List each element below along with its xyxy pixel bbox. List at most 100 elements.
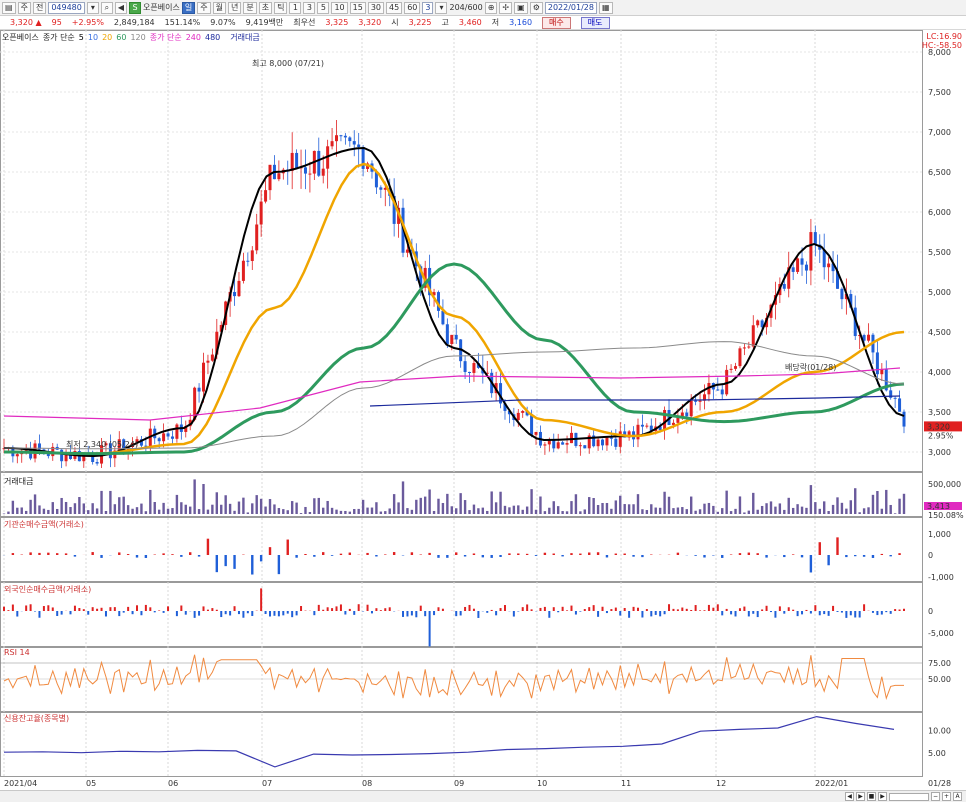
- chart-area[interactable]: 8,000 7,500 7,000 6,500 6,000 5,500 5,000 4,500…: [0, 30, 966, 790]
- interval-10[interactable]: 10: [331, 1, 348, 14]
- menu-icon[interactable]: ▤: [2, 1, 16, 14]
- inst-bar: [490, 555, 493, 558]
- interval-45[interactable]: 45: [386, 1, 403, 14]
- foreign-bar: [419, 605, 422, 611]
- spinner-icon[interactable]: ▾: [435, 1, 448, 14]
- foreign-bar: [765, 605, 768, 611]
- interval-1[interactable]: 1: [289, 1, 302, 14]
- candle-body: [875, 352, 879, 375]
- date-axis-label: 2021/04: [4, 779, 37, 788]
- candle-body: [840, 288, 844, 300]
- text-icon[interactable]: A: [953, 792, 962, 801]
- stock-name[interactable]: 오픈베이스: [143, 2, 180, 13]
- period-second[interactable]: 초: [258, 1, 273, 14]
- foreign-bar: [659, 611, 662, 617]
- interval-15[interactable]: 15: [349, 1, 366, 14]
- hc-value: HC:-58.50: [921, 41, 962, 50]
- inst-bar: [126, 554, 130, 555]
- candle-body: [441, 310, 445, 325]
- date-input[interactable]: 2022/01/28: [544, 1, 597, 14]
- volume-bar: [313, 498, 316, 514]
- chart-canvas[interactable]: 8,0007,5007,0006,5006,0005,5005,0004,500…: [0, 30, 966, 790]
- period-year[interactable]: 년: [227, 1, 242, 14]
- period-tick[interactable]: 틱: [274, 1, 288, 14]
- candle-body: [614, 438, 618, 447]
- open-price: 3,225: [408, 18, 432, 27]
- scroll-right-icon[interactable]: ▶: [856, 792, 865, 801]
- foreign-bar: [388, 607, 391, 611]
- bottom-scroll-bar[interactable]: ◀ ▶ ■ ▶ − + A: [0, 790, 966, 802]
- foreign-bar: [433, 611, 436, 616]
- crosshair-icon[interactable]: ✢: [499, 1, 513, 14]
- zoom-out-icon[interactable]: −: [931, 792, 940, 801]
- mode2-select[interactable]: 전: [32, 1, 47, 14]
- volume-bar: [494, 502, 498, 514]
- volume: 2,849,184: [113, 18, 155, 27]
- volume-bar: [228, 503, 232, 514]
- inst-bar: [845, 555, 848, 558]
- zoom-icon[interactable]: ⊕: [484, 1, 498, 14]
- volume-bar: [570, 501, 573, 514]
- volume-bar: [769, 501, 773, 514]
- zoom-in-icon[interactable]: +: [942, 792, 951, 801]
- period-week[interactable]: 주: [197, 1, 211, 14]
- volume-bar: [384, 511, 387, 514]
- rsi-axis-label: 75.00: [928, 659, 951, 668]
- interval-30[interactable]: 30: [367, 1, 385, 14]
- inst-bar: [552, 553, 555, 555]
- foreign-bar: [144, 604, 147, 611]
- inst-bar: [809, 555, 813, 573]
- inst-bar: [827, 555, 830, 566]
- rsi-panel-title: RSI 14: [4, 648, 30, 657]
- view-count-input[interactable]: 3: [422, 1, 434, 14]
- foreign-bar: [291, 611, 294, 618]
- interval-5[interactable]: 5: [317, 1, 330, 14]
- candle-body: [902, 411, 906, 427]
- play-icon[interactable]: ▶: [878, 792, 887, 801]
- period-day[interactable]: 일: [181, 1, 196, 14]
- dropdown-icon[interactable]: ▾: [86, 1, 99, 14]
- stock-icon[interactable]: S: [129, 1, 142, 14]
- settings-icon[interactable]: ⚙: [529, 1, 543, 14]
- foreign-bar: [25, 605, 28, 611]
- volume-bar: [627, 504, 631, 514]
- stop-icon[interactable]: ■: [867, 792, 876, 801]
- mode-select[interactable]: 주: [17, 1, 31, 14]
- inst-bar: [765, 555, 768, 558]
- period-month[interactable]: 월: [212, 1, 226, 14]
- scroll-left-icon[interactable]: ◀: [845, 792, 854, 801]
- candle-body: [552, 439, 556, 449]
- scroll-track[interactable]: [889, 792, 929, 801]
- prev-icon[interactable]: ◀: [114, 1, 128, 14]
- high-annotation: 최고 8,000 (07/21): [252, 58, 324, 68]
- candle-body: [250, 250, 254, 262]
- volume-bar: [614, 500, 618, 514]
- calendar-icon[interactable]: ▦: [598, 1, 613, 14]
- interval-60[interactable]: 60: [404, 1, 421, 14]
- volume-bar: [73, 503, 77, 514]
- candle-body: [472, 363, 476, 373]
- volume-bar: [11, 500, 15, 514]
- foreign-bar: [495, 611, 498, 616]
- foreign-bar: [118, 611, 121, 617]
- stock-code-input[interactable]: 049480: [48, 1, 85, 14]
- volume-bar: [140, 503, 143, 514]
- sell-button[interactable]: 매도: [580, 16, 610, 29]
- save-icon[interactable]: ▣: [514, 1, 528, 14]
- foreign-bar: [51, 607, 54, 611]
- interval-3[interactable]: 3: [303, 1, 316, 14]
- buy-button[interactable]: 매수: [542, 16, 571, 29]
- volume-bar: [450, 506, 453, 514]
- period-minute[interactable]: 분: [243, 1, 257, 14]
- foreign-bar: [769, 611, 772, 613]
- volume-bar: [47, 509, 50, 514]
- foreign-bar: [158, 610, 161, 611]
- quote-bar: 3,320 ▲ 95 +2.95% 2,849,184 151.14% 9.07…: [0, 16, 966, 30]
- inst-bar: [384, 554, 387, 555]
- volume-bar: [113, 504, 117, 514]
- foreign-bar: [317, 604, 320, 611]
- volume-bar: [512, 505, 516, 514]
- volume-bar: [104, 510, 108, 514]
- candle-body: [348, 137, 352, 142]
- search-icon[interactable]: ⌕: [100, 1, 113, 14]
